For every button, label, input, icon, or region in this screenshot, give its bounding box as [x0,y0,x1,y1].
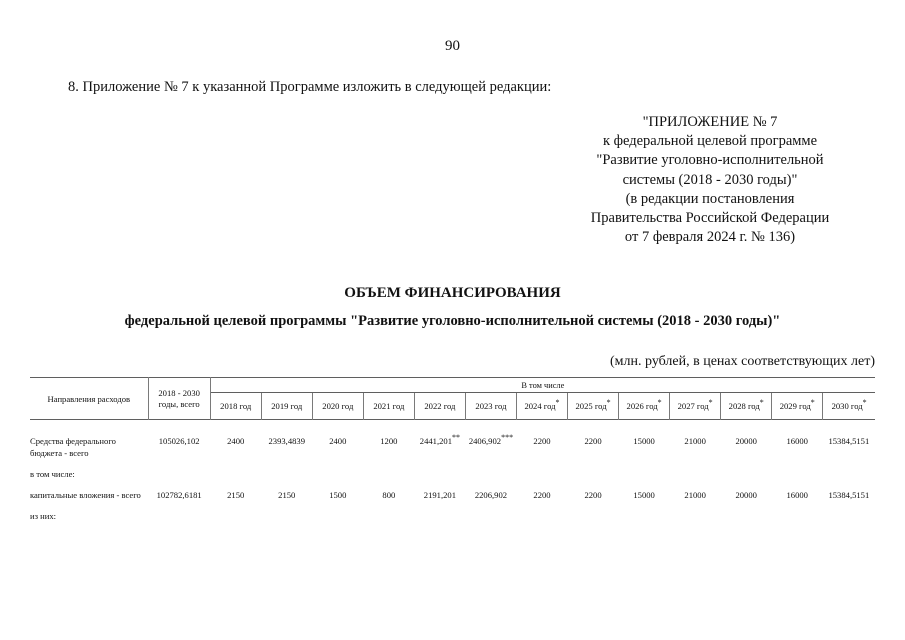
page-number: 90 [445,38,460,54]
header-year-2024-star: * [555,398,560,408]
row-label-federal-budget: Средства федерального бюджета - всего [30,436,116,458]
header-year-2021: 2021 год [363,392,415,420]
header-year-2018: 2018 год [210,392,262,420]
appendix-header-line-3: "Развитие уголовно-исполнительной [596,152,824,169]
header-year-2022: 2022 год [414,392,466,420]
row0-2027: 21000 [684,436,706,446]
header-year-2024-label: 2024 год [524,401,556,411]
row1-total: 102782,6181 [156,489,202,500]
header-year-2025: 2025 год* [567,392,620,420]
row1-2028: 20000 [735,489,757,500]
row0-2029: 16000 [786,436,808,446]
row0-2018: 2400 [227,436,245,446]
row0-2022-star: ** [452,433,461,443]
appendix-header-line-1: "ПРИЛОЖЕНИЕ № 7 [642,114,778,130]
header-year-2026: 2026 год* [618,392,671,420]
row1-2026: 15000 [633,489,655,500]
row0-2024: 2200 [533,436,551,446]
table-row: капитальные вложения - всего 102782,6181… [30,481,875,502]
table-note-row-included: в том числе: [30,459,875,481]
header-year-2029: 2029 год* [771,392,824,420]
header-year-2026-star: * [657,398,662,408]
row0-2023-value: 2406,902 [468,436,502,446]
row-label-capital-investments: капитальные вложения - всего [30,489,141,500]
table-header-underline-row [30,419,875,427]
header-year-2027-label: 2027 год [677,401,709,411]
appendix-header-line-4: системы (2018 - 2030 годы)" [622,171,798,188]
appendix-header-line-6: Правительства Российской Федерации [590,210,830,227]
financing-table: Направления расходов 2018 - 2030 годы, в… [30,377,875,523]
document-subtitle: федеральной целевой программы "Развитие … [124,313,781,329]
header-year-2027: 2027 год* [669,392,722,420]
header-group-included: В том числе [210,377,875,393]
header-year-2028-star: * [759,398,764,408]
row1-2019: 2150 [278,489,296,500]
table-header-row-group: Направления расходов 2018 - 2030 годы, в… [30,377,875,420]
row1-2020: 1500 [329,489,347,500]
units-note: (млн. рублей, в ценах соответствующих ле… [610,354,875,369]
header-year-2021-label: 2021 год [373,401,405,411]
header-year-2023-label: 2023 год [475,401,507,411]
row1-2024: 2200 [533,489,551,500]
header-year-2025-label: 2025 год [575,401,607,411]
note-v-tom-chisle: в том числе: [30,469,75,479]
table-row: Средства федерального бюджета - всего 10… [30,427,875,459]
header-year-2028-label: 2028 год [728,401,760,411]
row1-2022: 2191,201 [414,481,465,502]
row1-2018: 2150 [227,489,245,500]
header-year-2027-star: * [708,398,713,408]
header-year-2028: 2028 год* [720,392,773,420]
header-year-2030-star: * [862,398,867,408]
header-year-2030: 2030 год* [823,393,875,420]
header-year-2026-label: 2026 год [626,401,658,411]
row0-2021: 1200 [380,436,398,446]
appendix-header-block: "ПРИЛОЖЕНИЕ № 7 к федеральной целевой пр… [545,113,875,247]
row0-2020: 2400 [329,436,347,446]
header-year-2030-label: 2030 год [831,401,863,411]
header-directions: Направления расходов [30,377,149,420]
row0-2022-value: 2441,201 [419,436,453,446]
row1-2025: 2200 [584,489,602,500]
row0-2028: 20000 [735,436,757,446]
row0-2023: 2406,902*** [465,427,516,459]
row1-2023: 2206,902 [465,481,516,502]
header-year-2029-label: 2029 год [779,401,811,411]
table-note-row-from-them: из них: [30,501,875,523]
row1-2022-value: 2191,201 [423,489,457,500]
header-year-2029-star: * [810,398,815,408]
header-year-2020: 2020 год [312,392,364,420]
note-iz-nih: из них: [30,511,57,521]
header-year-2019: 2019 год [261,392,313,420]
row0-2025: 2200 [584,436,602,446]
row1-2021: 800 [382,489,396,500]
row0-2023-star: *** [501,433,514,443]
row1-2027: 21000 [684,489,706,500]
header-year-2018-label: 2018 год [220,401,252,411]
header-total-period: 2018 - 2030 годы, всего [148,377,211,420]
appendix-header-line-7: от 7 февраля 2024 г. № 136) [624,229,796,246]
header-year-2024: 2024 год* [516,392,569,420]
row0-2030: 15384,5151 [828,436,870,446]
header-year-2025-star: * [606,398,611,408]
header-year-2022-label: 2022 год [424,401,456,411]
row1-2029: 16000 [786,489,808,500]
header-bottom-rule [30,419,875,427]
document-title: ОБЪЕМ ФИНАНСИРОВАНИЯ [344,285,561,301]
header-year-2019-label: 2019 год [271,401,303,411]
appendix-header-line-2: к федеральной целевой программе [602,133,818,150]
document-page: 90 8. Приложение № 7 к указанной Програм… [0,0,905,640]
row0-2026: 15000 [633,436,655,446]
row0-2019: 2393,4839 [268,436,306,446]
row0-2022: 2441,201** [414,427,465,459]
row1-2023-value: 2206,902 [474,489,508,500]
row0-total: 105026,102 [158,436,200,446]
row1-2030: 15384,5151 [828,489,870,500]
intro-paragraph: 8. Приложение № 7 к указанной Программе … [68,79,552,95]
header-year-2023: 2023 год [465,392,517,420]
header-year-2020-label: 2020 год [322,401,354,411]
appendix-header-line-5: (в редакции постановления [625,190,795,207]
